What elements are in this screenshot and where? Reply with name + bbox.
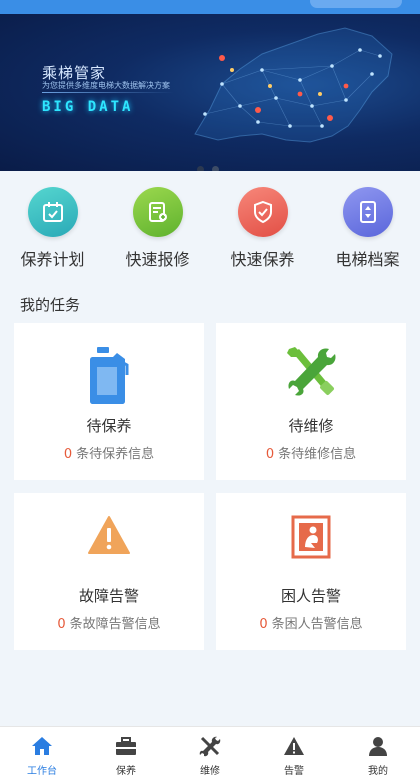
task-card-title: 故障告警	[78, 587, 139, 605]
tab-label: 工作台	[27, 766, 57, 777]
tab-mine[interactable]: 我的	[336, 735, 420, 777]
quick-actions: 保养计划 快速报修 快速保养 电梯档案	[0, 187, 420, 277]
warning-triangle-icon	[14, 515, 204, 575]
tab-label: 告警	[284, 766, 304, 777]
task-card-desc: 条待维修信息	[278, 447, 357, 462]
task-card-summary: 0 条待维修信息	[216, 443, 406, 462]
task-card-desc: 条故障告警信息	[69, 617, 161, 632]
task-card-desc: 条待保养信息	[76, 447, 155, 462]
task-card-summary: 0 条待保养信息	[14, 443, 204, 462]
wrench-screwdriver-icon	[216, 345, 406, 405]
banner-carousel[interactable]: 乘梯管家 为您提供多维度电梯大数据解决方案 BIG DATA	[0, 14, 420, 171]
carousel-indicator	[197, 166, 219, 171]
tab-workbench[interactable]: 工作台	[0, 735, 84, 777]
report-form-icon	[132, 187, 183, 237]
task-card-count: 0	[259, 617, 268, 632]
status-bar	[0, 0, 420, 14]
task-card-summary: 0 条困人告警信息	[216, 613, 406, 632]
quick-action-elevator-archive[interactable]: 电梯档案	[315, 187, 420, 270]
tab-maintenance[interactable]: 保养	[84, 735, 168, 777]
shield-check-icon	[237, 187, 288, 237]
elevator-icon	[342, 187, 393, 237]
quick-action-label: 电梯档案	[335, 250, 400, 269]
carousel-dot-1[interactable]	[197, 166, 204, 171]
task-card-count: 0	[57, 617, 66, 632]
task-card-title: 待维修	[288, 417, 334, 435]
task-card-fault-alarm[interactable]: 故障告警 0 条故障告警信息	[14, 493, 204, 650]
toolbox-icon	[84, 735, 168, 757]
alert-icon	[252, 735, 336, 757]
section-title-my-tasks: 我的任务	[20, 296, 81, 314]
oil-bottle-icon	[14, 345, 204, 405]
banner-subtitle: 为您提供多维度电梯大数据解决方案	[42, 81, 170, 90]
task-card-desc: 条困人告警信息	[271, 617, 363, 632]
trapped-person-icon	[216, 515, 406, 575]
tab-alarm[interactable]: 告警	[252, 735, 336, 777]
tools-icon	[168, 735, 252, 757]
task-card-pending-maintenance[interactable]: 待保养 0 条待保养信息	[14, 323, 204, 480]
quick-action-label: 快速保养	[230, 250, 295, 269]
quick-action-label: 快速报修	[125, 250, 190, 269]
task-card-summary: 0 条故障告警信息	[14, 613, 204, 632]
quick-action-label: 保养计划	[20, 250, 85, 269]
task-card-title: 待保养	[86, 417, 132, 435]
quick-action-quick-maintenance[interactable]: 快速保养	[210, 187, 315, 270]
banner-big-data-text: BIG DATA	[42, 99, 134, 115]
banner-divider	[42, 92, 174, 93]
status-pill	[310, 0, 402, 8]
user-icon	[336, 735, 420, 757]
tab-label: 保养	[116, 766, 136, 777]
tab-label: 维修	[200, 766, 220, 777]
task-card-trapped-alarm[interactable]: 困人告警 0 条困人告警信息	[216, 493, 406, 650]
home-icon	[0, 735, 84, 757]
bottom-tab-bar: 工作台 保养 维修 告警 我的	[0, 726, 420, 781]
quick-action-quick-repair[interactable]: 快速报修	[105, 187, 210, 270]
task-card-count: 0	[265, 447, 275, 462]
task-card-count: 0	[63, 447, 73, 462]
task-card-pending-repair[interactable]: 待维修 0 条待维修信息	[216, 323, 406, 480]
carousel-dot-2[interactable]	[212, 166, 219, 171]
quick-action-maintenance-plan[interactable]: 保养计划	[0, 187, 105, 270]
tab-label: 我的	[368, 766, 388, 777]
calendar-check-icon	[27, 187, 78, 237]
tab-repair[interactable]: 维修	[168, 735, 252, 777]
task-card-title: 困人告警	[280, 587, 341, 605]
